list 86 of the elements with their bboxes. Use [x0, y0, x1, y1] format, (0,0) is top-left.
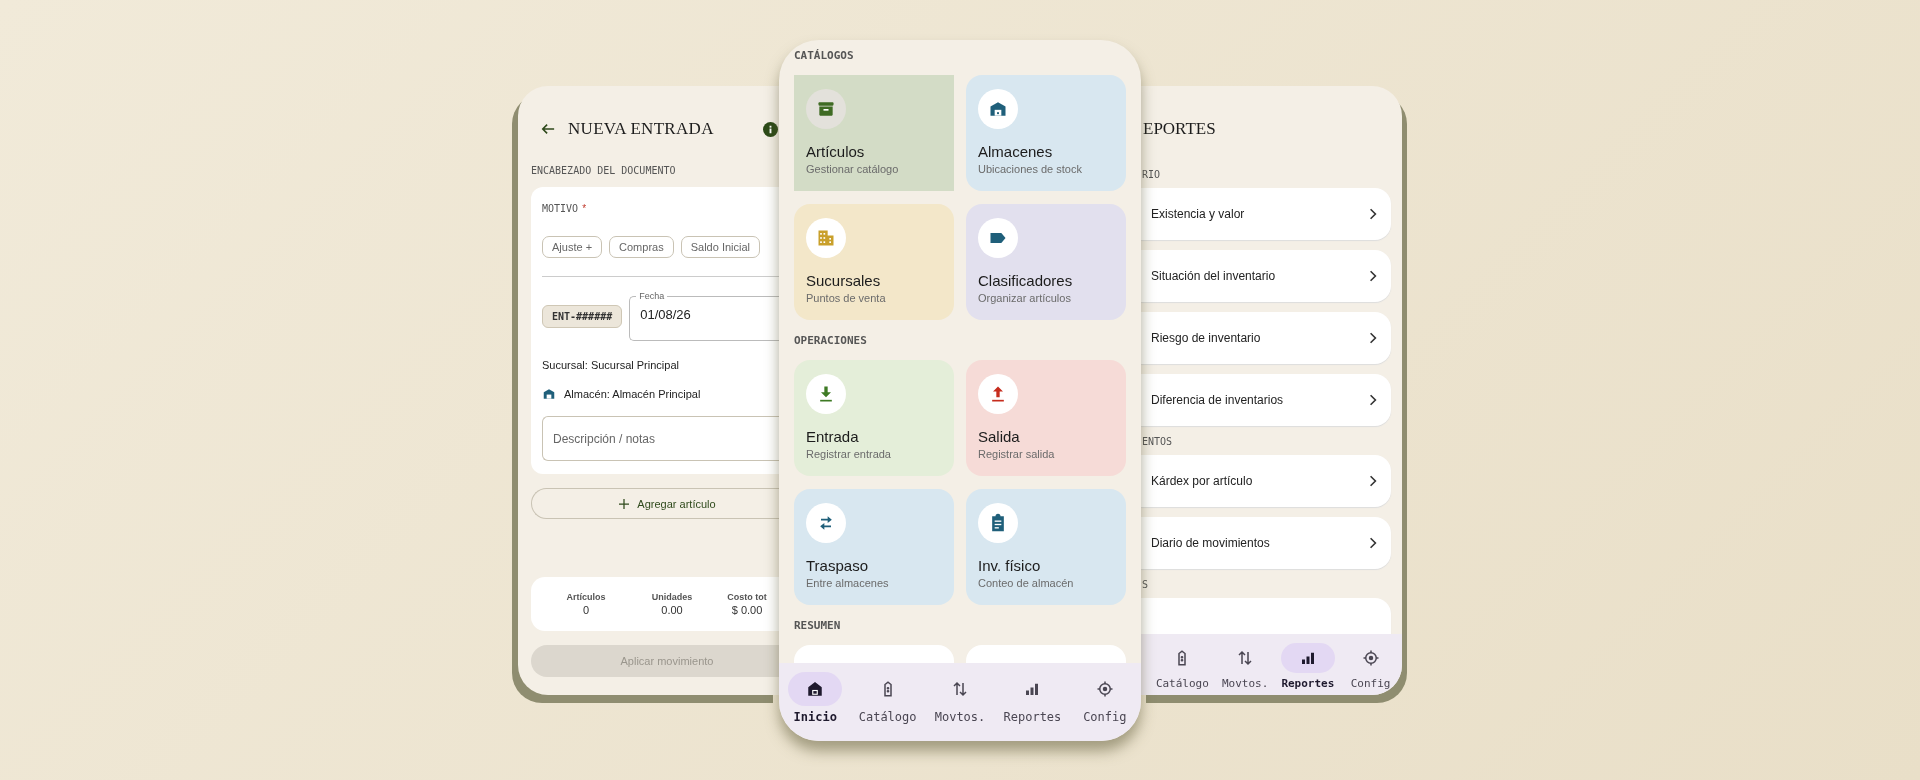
- tile-title: Salida: [978, 428, 1021, 445]
- settings-icon: [1095, 680, 1114, 698]
- summary-label: Unidades: [651, 592, 693, 602]
- up-down-arrows-icon: [1236, 649, 1255, 667]
- tile-title: Clasificadores: [978, 272, 1074, 289]
- summary-value: 0.00: [661, 604, 683, 616]
- info-icon[interactable]: [763, 121, 778, 137]
- report-list-item[interactable]: Diario de movimientos: [1141, 517, 1391, 569]
- menu-tile[interactable]: Sucursales Puntos de venta: [794, 204, 954, 320]
- report-list-item[interactable]: Existencia y valor: [1141, 188, 1391, 240]
- warehouse-text: Almacén: Almacén Principal: [564, 388, 701, 400]
- tile-subtitle: Entre almacenes: [806, 577, 890, 589]
- notes-field[interactable]: Descripción / notas: [542, 416, 779, 461]
- tile-title: Inv. físico: [978, 557, 1042, 574]
- reason-chip[interactable]: Compras: [609, 236, 674, 258]
- chevron-right-icon: [1369, 394, 1377, 406]
- nav-tab[interactable]: Catálogo: [851, 663, 924, 741]
- menu-tile[interactable]: Entrada Registrar entrada: [794, 360, 954, 476]
- report-name: Riesgo de inventario: [1151, 331, 1261, 345]
- settings-icon: [1361, 649, 1380, 667]
- report-list-item[interactable]: Situación del inventario: [1141, 250, 1391, 302]
- chevron-right-icon: [1369, 475, 1377, 487]
- nav-tab[interactable]: Catálogo: [1151, 634, 1214, 695]
- tile-title: Entrada: [806, 428, 860, 445]
- screen-title: NUEVA ENTRADA: [568, 119, 715, 139]
- reason-chip[interactable]: Saldo Inicial: [680, 236, 760, 258]
- summary-value: $ 0.00: [731, 604, 763, 616]
- report-name: Situación del inventario: [1151, 269, 1276, 283]
- nav-tab[interactable]: Inicio: [779, 663, 852, 741]
- menu-tile[interactable]: Traspaso Entre almacenes: [794, 489, 954, 605]
- section-label: OPERACIONES: [794, 334, 868, 347]
- screen-title: EPORTES: [1143, 119, 1217, 139]
- menu-tile[interactable]: Almacenes Ubicaciones de stock: [966, 75, 1126, 191]
- tile-title: Traspaso: [806, 557, 869, 574]
- tile-title: Artículos: [806, 143, 866, 160]
- reason-chip[interactable]: Ajuste +: [542, 236, 603, 258]
- chevron-right-icon: [1369, 332, 1377, 344]
- up-down-arrows-icon: [951, 680, 969, 698]
- nav-tab[interactable]: Reportes: [1276, 634, 1340, 695]
- summary-label: Costo tot: [727, 592, 767, 602]
- report-name: Diferencia de inventarios: [1151, 393, 1284, 407]
- home-icon: [806, 680, 825, 698]
- nav-tab[interactable]: Config: [1339, 634, 1402, 695]
- required-mark: *: [582, 203, 587, 214]
- section-label: ENCABEZADO DEL DOCUMENTO: [531, 165, 677, 176]
- folio-badge: ENT-######: [542, 304, 623, 328]
- report-list-item[interactable]: Diferencia de inventarios: [1141, 374, 1391, 426]
- chevron-right-icon: [1369, 208, 1377, 220]
- menu-tile[interactable]: Artículos Gestionar catálogo: [794, 75, 954, 191]
- warehouse-icon: [542, 387, 556, 401]
- plus-icon: [619, 498, 630, 509]
- menu-tile[interactable]: Salida Registrar salida: [966, 360, 1126, 476]
- tile-subtitle: Gestionar catálogo: [806, 163, 900, 175]
- section-label: CATÁLOGOS: [794, 49, 855, 62]
- tile-title: Sucursales: [806, 272, 882, 289]
- menu-tile[interactable]: Inv. físico Conteo de almacén: [966, 489, 1126, 605]
- building-icon: [816, 228, 836, 248]
- report-name: Diario de movimientos: [1151, 536, 1270, 550]
- report-list-item[interactable]: Riesgo de inventario: [1141, 312, 1391, 364]
- tile-title: Almacenes: [978, 143, 1054, 160]
- tile-subtitle: Organizar artículos: [978, 292, 1072, 304]
- summary-value: 0: [582, 604, 590, 616]
- archive-icon: [816, 99, 836, 119]
- nav-tab[interactable]: Config: [1068, 663, 1141, 741]
- nav-tab[interactable]: Movtos.: [923, 663, 997, 741]
- report-list-item[interactable]: Kárdex por artículo: [1141, 455, 1391, 507]
- nav-tab[interactable]: Reportes: [996, 663, 1069, 741]
- tile-subtitle: Registrar salida: [978, 448, 1056, 460]
- tile-subtitle: Conteo de almacén: [978, 577, 1075, 589]
- chevron-right-icon: [1369, 270, 1377, 282]
- section-label: RESUMEN: [794, 619, 842, 632]
- report-name: Existencia y valor: [1151, 207, 1245, 221]
- tile-subtitle: Registrar entrada: [806, 448, 892, 460]
- menu-tile[interactable]: Clasificadores Organizar artículos: [966, 204, 1126, 320]
- nav-tab[interactable]: Movtos.: [1213, 634, 1277, 695]
- report-name: Kárdex por artículo: [1151, 474, 1253, 488]
- section-label: RIO: [1142, 169, 1162, 180]
- summary-label: Artículos: [566, 592, 606, 602]
- branch-text: Sucursal: Sucursal Principal: [542, 359, 680, 371]
- chevron-right-icon: [1369, 537, 1377, 549]
- back-arrow-icon[interactable]: [541, 122, 555, 136]
- section-label: S: [1142, 579, 1150, 590]
- tile-subtitle: Ubicaciones de stock: [978, 163, 1083, 175]
- tile-subtitle: Puntos de venta: [806, 292, 887, 304]
- section-label: ENTOS: [1142, 436, 1174, 447]
- field-label: MOTIVO: [542, 203, 579, 214]
